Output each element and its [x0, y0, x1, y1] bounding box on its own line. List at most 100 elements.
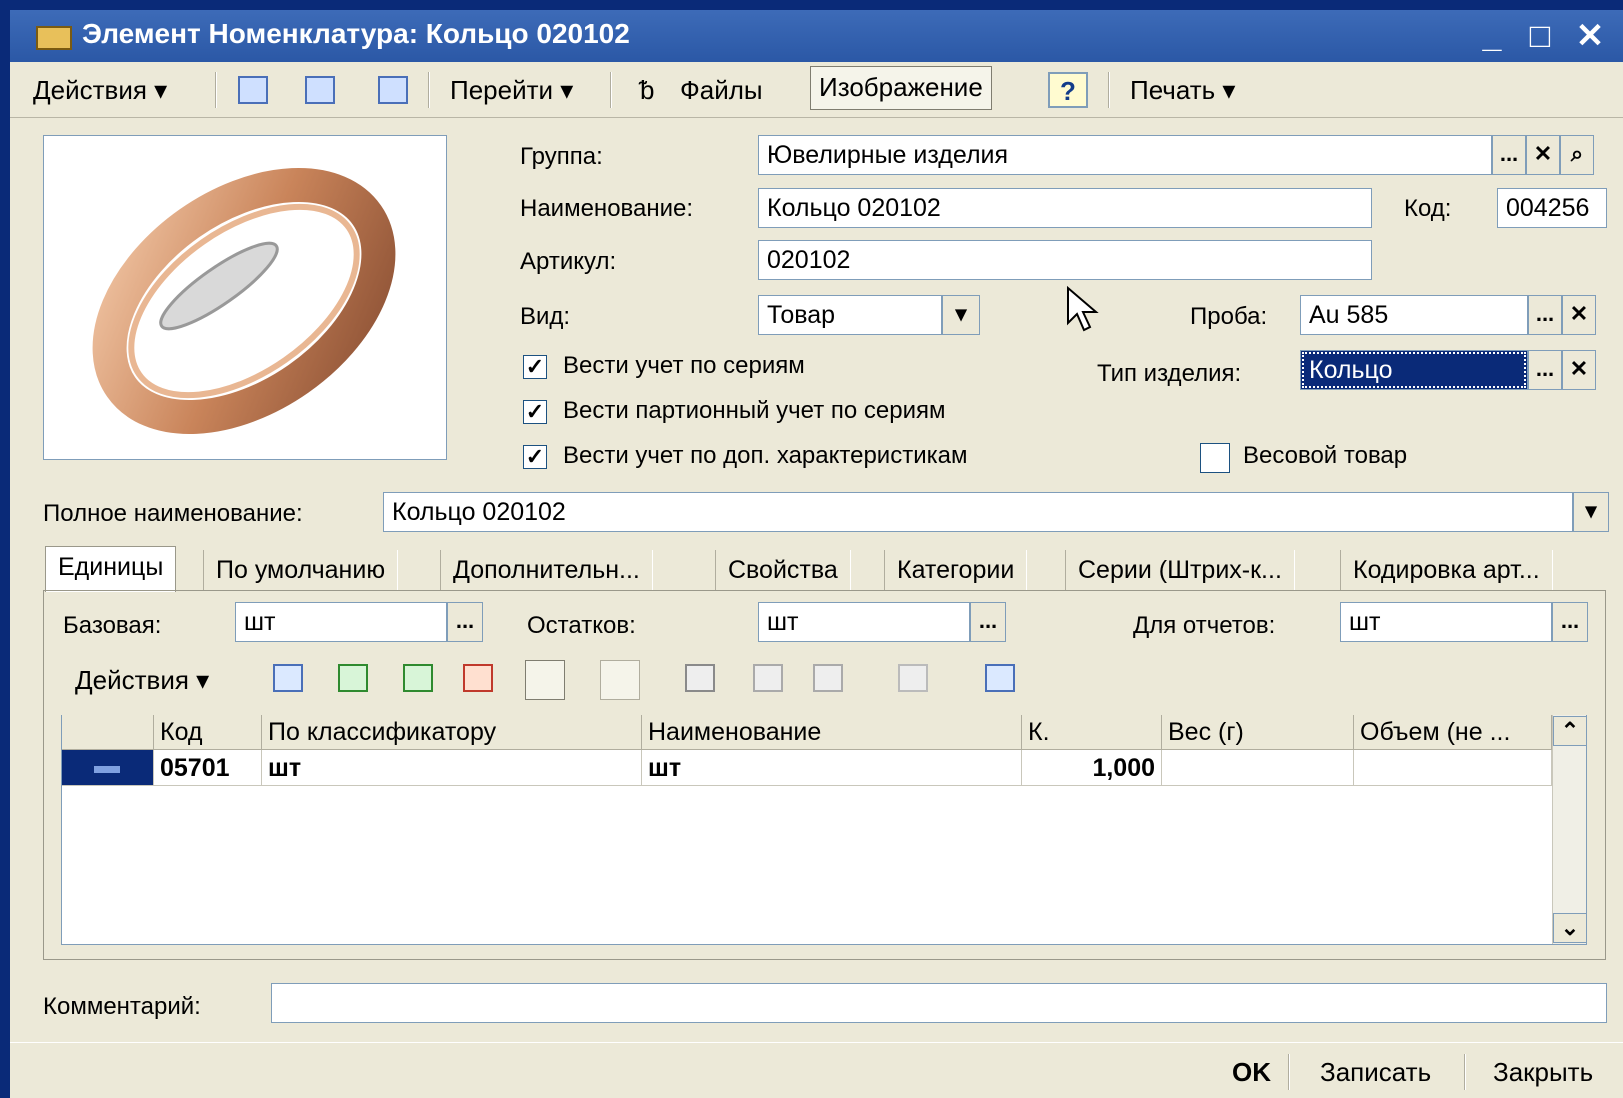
group-field[interactable]: Ювелирные изделия: [758, 135, 1492, 175]
fullname-field[interactable]: Кольцо 020102: [383, 492, 1573, 532]
files-button[interactable]: Файлы: [680, 70, 763, 110]
product-type-label: Тип изделия:: [1097, 360, 1242, 387]
back-arrow-icon[interactable]: [238, 76, 268, 104]
ok-button[interactable]: OK: [1232, 1052, 1271, 1092]
assay-clear-button[interactable]: ✕: [1562, 295, 1596, 335]
report-unit-select-button[interactable]: ...: [1552, 602, 1588, 642]
tab-defaults[interactable]: По умолчанию: [203, 550, 399, 590]
units-actions-menu[interactable]: Действия ▾: [75, 660, 209, 700]
goto-menu[interactable]: Перейти ▾: [450, 70, 573, 110]
help-icon[interactable]: ?: [1048, 72, 1088, 108]
series-checkbox[interactable]: ✓: [523, 355, 547, 379]
series-checkbox-label: Вести учет по сериям: [563, 352, 805, 379]
extra-chars-checkbox-label: Вести учет по доп. характеристикам: [563, 442, 968, 469]
code-label: Код:: [1404, 195, 1452, 222]
table-row-code[interactable]: 05701: [154, 750, 262, 786]
actions-menu[interactable]: Действия ▾: [33, 70, 167, 110]
product-image[interactable]: [43, 135, 447, 460]
table-row-k[interactable]: 1,000: [1022, 750, 1162, 786]
table-scrollbar[interactable]: [1552, 715, 1586, 944]
catalog-icon: [36, 26, 72, 50]
table-header-code[interactable]: Код: [154, 715, 262, 750]
chevron-down-icon[interactable]: ▾: [1573, 492, 1609, 532]
filter-icon[interactable]: [685, 664, 715, 692]
product-type-select-button[interactable]: ...: [1528, 350, 1562, 390]
table-header-name[interactable]: Наименование: [642, 715, 1022, 750]
tab-article-encoding[interactable]: Кодировка арт...: [1340, 550, 1553, 590]
report-unit-field[interactable]: шт: [1340, 602, 1552, 642]
comment-label: Комментарий:: [43, 993, 201, 1020]
article-field[interactable]: 020102: [758, 240, 1372, 280]
table-row-weight[interactable]: [1162, 750, 1354, 786]
table-header-volume[interactable]: Объем (не ...: [1354, 715, 1552, 750]
minimize-button[interactable]: _: [1472, 16, 1512, 56]
report-unit-label: Для отчетов:: [1133, 612, 1276, 639]
image-button[interactable]: Изображение: [810, 66, 992, 110]
filter-history-icon[interactable]: [813, 664, 843, 692]
table-row-classifier[interactable]: шт: [262, 750, 642, 786]
row-indicator-icon: [94, 765, 120, 773]
base-unit-label: Базовая:: [63, 612, 162, 639]
refresh-icon[interactable]: [985, 664, 1015, 692]
clear-filter-icon[interactable]: [898, 664, 928, 692]
table-header-k[interactable]: К.: [1022, 715, 1162, 750]
hierarchy-icon[interactable]: [600, 660, 640, 700]
copy-row-icon[interactable]: [338, 664, 368, 692]
table-row-name[interactable]: шт: [642, 750, 1022, 786]
product-type-field[interactable]: Кольцо: [1300, 350, 1528, 390]
table-row-marker[interactable]: [62, 750, 154, 786]
tab-series[interactable]: Серии (Штрих-к...: [1065, 550, 1295, 590]
maximize-button[interactable]: □: [1520, 16, 1560, 56]
base-unit-field[interactable]: шт: [235, 602, 447, 642]
toolbar-separator: [1108, 72, 1110, 108]
group-clear-button[interactable]: ✕: [1526, 135, 1560, 175]
tab-additional[interactable]: Дополнительн...: [440, 550, 653, 590]
table-header-weight[interactable]: Вес (г): [1162, 715, 1354, 750]
batch-series-checkbox[interactable]: ✓: [523, 400, 547, 424]
print-menu[interactable]: Печать ▾: [1130, 70, 1235, 110]
save-button[interactable]: Записать: [1320, 1052, 1431, 1092]
group-search-icon[interactable]: ⌕: [1560, 135, 1594, 175]
product-type-clear-button[interactable]: ✕: [1562, 350, 1596, 390]
table-header-classifier[interactable]: По классификатору: [262, 715, 642, 750]
base-unit-select-button[interactable]: ...: [447, 602, 483, 642]
scroll-up-icon[interactable]: ⌃: [1553, 716, 1587, 746]
name-label: Наименование:: [520, 195, 694, 222]
chevron-down-icon[interactable]: ▾: [942, 295, 980, 335]
copy-icon[interactable]: [378, 76, 408, 104]
assay-field[interactable]: Au 585: [1300, 295, 1528, 335]
window-title: Элемент Номенклатура: Кольцо 020102: [82, 18, 630, 49]
toolbar-separator: [428, 72, 430, 108]
name-field[interactable]: Кольцо 020102: [758, 188, 1372, 228]
refresh-icon[interactable]: [305, 76, 335, 104]
rest-unit-field[interactable]: шт: [758, 602, 970, 642]
filter-list-icon[interactable]: [753, 664, 783, 692]
toolbar-separator: [215, 72, 217, 108]
tab-categories[interactable]: Категории: [884, 550, 1028, 590]
delete-row-icon[interactable]: [463, 664, 493, 692]
group-select-button[interactable]: ...: [1492, 135, 1526, 175]
close-button[interactable]: ✕: [1570, 16, 1610, 56]
scroll-down-icon[interactable]: ⌄: [1553, 913, 1587, 943]
group-label: Группа:: [520, 143, 603, 170]
table-row-volume[interactable]: [1354, 750, 1552, 786]
title-bar[interactable]: Элемент Номенклатура: Кольцо 020102 _ □ …: [10, 10, 1623, 62]
comment-field[interactable]: [271, 983, 1607, 1023]
rest-unit-select-button[interactable]: ...: [970, 602, 1006, 642]
extra-chars-checkbox[interactable]: ✓: [523, 445, 547, 469]
add-row-icon[interactable]: [273, 664, 303, 692]
toolbar-separator: [610, 72, 612, 108]
batch-series-checkbox-label: Вести партионный учет по сериям: [563, 397, 946, 424]
assay-select-button[interactable]: ...: [1528, 295, 1562, 335]
mark-icon[interactable]: [525, 660, 565, 700]
footer-separator: [1464, 1054, 1466, 1090]
weight-checkbox[interactable]: [1200, 443, 1230, 473]
kind-select[interactable]: Товар: [758, 295, 942, 335]
fullname-label: Полное наименование:: [43, 500, 303, 527]
tab-properties[interactable]: Свойства: [715, 550, 851, 590]
article-label: Артикул:: [520, 248, 617, 275]
edit-row-icon[interactable]: [403, 664, 433, 692]
tab-units[interactable]: Единицы: [45, 546, 177, 592]
close-form-button[interactable]: Закрыть: [1493, 1052, 1593, 1092]
code-field[interactable]: 004256: [1497, 188, 1607, 228]
